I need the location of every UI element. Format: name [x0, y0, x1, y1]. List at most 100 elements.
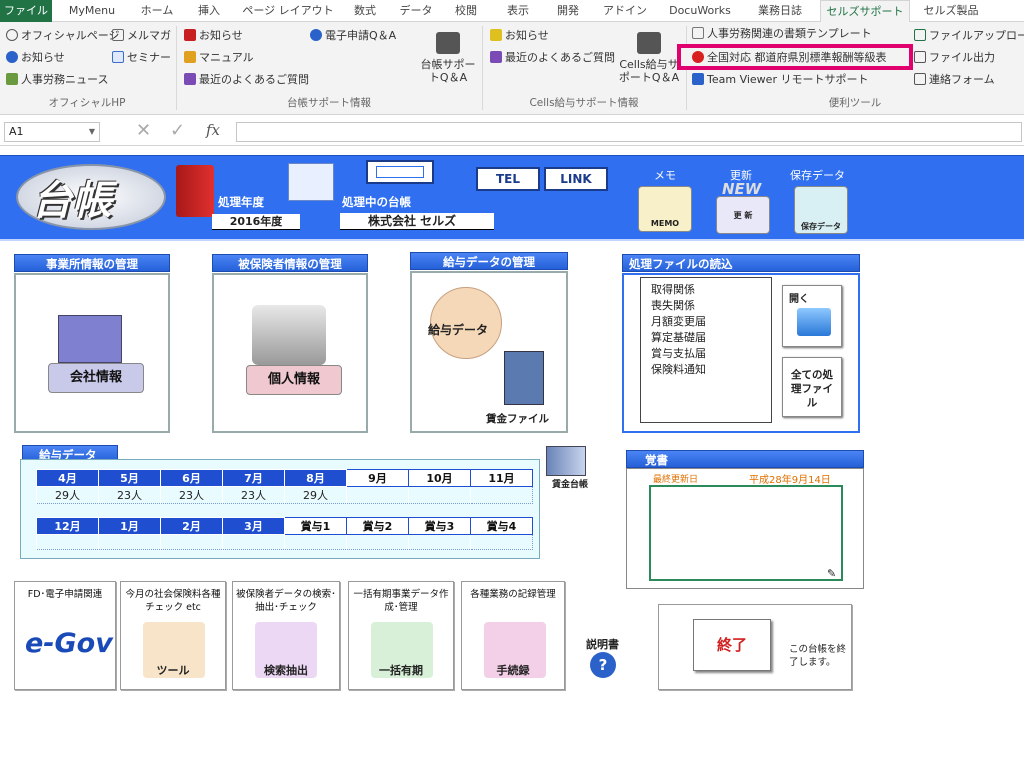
month-header-cell[interactable]: 2月: [160, 517, 223, 535]
month-header-cell[interactable]: 6月: [160, 469, 223, 487]
month-count-cell[interactable]: 23人: [160, 486, 223, 504]
tab-formulas[interactable]: 数式: [342, 0, 388, 22]
tab-file[interactable]: ファイル: [0, 0, 52, 22]
tab-work-diary[interactable]: 業務日誌: [748, 0, 812, 22]
name-box[interactable]: A1 ▼: [4, 122, 100, 142]
memo-textarea[interactable]: [649, 485, 843, 581]
month-header-cell[interactable]: 賞与4: [470, 517, 533, 535]
manual-button[interactable]: マニュアル: [184, 51, 254, 65]
contact-form-button[interactable]: 連絡フォーム: [914, 73, 995, 87]
tab-view[interactable]: 表示: [496, 0, 540, 22]
tab-cells-support[interactable]: セルズサポート: [820, 0, 910, 23]
cells-news-button[interactable]: お知らせ: [490, 29, 549, 43]
month-header-cell[interactable]: 賞与1: [284, 517, 347, 535]
mail-magazine-button[interactable]: メルマガ: [112, 29, 171, 43]
month-count-cell[interactable]: 29人: [284, 486, 347, 504]
month-header-cell[interactable]: 4月: [36, 469, 99, 487]
tab-home[interactable]: ホーム: [130, 0, 184, 22]
month-count-cell[interactable]: [160, 534, 223, 550]
tab-developer[interactable]: 開発: [546, 0, 590, 22]
teamviewer-button[interactable]: Team Viewer リモートサポート: [692, 73, 868, 87]
update-button[interactable]: 更 新: [716, 196, 770, 234]
batch-tool[interactable]: 一括有期事業データ作成･管理 一括有期: [348, 581, 454, 690]
file-list-item[interactable]: 喪失関係: [651, 298, 771, 314]
file-list-item[interactable]: 賞与支払届: [651, 346, 771, 362]
month-count-cell[interactable]: 23人: [222, 486, 285, 504]
e-application-faq-button[interactable]: 電子申請Q＆A: [310, 29, 396, 43]
file-list-item[interactable]: 月額変更届: [651, 314, 771, 330]
month-count-cell[interactable]: [36, 534, 99, 550]
month-header-cell[interactable]: 賞与2: [346, 517, 409, 535]
saved-data-button[interactable]: 保存データ: [794, 186, 848, 234]
daicho-support-qa-button[interactable]: 台帳サポートQ＆A: [420, 32, 476, 84]
month-count-cell[interactable]: 23人: [98, 486, 161, 504]
template-button[interactable]: 人事労務関連の書類テンプレート: [692, 27, 872, 41]
search-tool[interactable]: 被保険者データの検索･抽出･チェック 検索抽出: [232, 581, 340, 690]
month-count-cell[interactable]: [284, 534, 347, 550]
salary-grade-table-button[interactable]: 全国対応 都道府県別標準報酬等級表: [692, 51, 887, 65]
tab-review[interactable]: 校閲: [444, 0, 488, 22]
link-button[interactable]: LINK: [544, 167, 608, 191]
wage-ledger-button[interactable]: 賃金台帳: [552, 477, 588, 490]
month-count-cell[interactable]: [98, 534, 161, 550]
tab-insert[interactable]: 挿入: [186, 0, 232, 22]
cancel-icon[interactable]: ✕: [136, 120, 151, 141]
month-header-cell[interactable]: 8月: [284, 469, 347, 487]
month-count-cell[interactable]: [346, 534, 409, 550]
tab-addins[interactable]: アドイン: [598, 0, 652, 22]
daicho-faq-button[interactable]: 最近のよくあるご質問: [184, 73, 309, 87]
month-header-cell[interactable]: 11月: [470, 469, 533, 487]
file-upload-button[interactable]: ファイルアップロード: [914, 29, 1024, 43]
official-page-button[interactable]: オフィシャルページ: [6, 29, 120, 43]
month-header-cell[interactable]: 9月: [346, 469, 409, 487]
tools-tool[interactable]: 今月の社会保険料各種チェック etc ツール: [120, 581, 226, 690]
month-header-cell[interactable]: 5月: [98, 469, 161, 487]
file-list-item[interactable]: 取得関係: [651, 282, 771, 298]
file-list-item[interactable]: 保険料通知: [651, 362, 771, 378]
personal-info-button[interactable]: 個人情報: [246, 365, 342, 395]
tab-mymenu[interactable]: MyMenu: [60, 0, 124, 22]
month-count-cell[interactable]: 29人: [36, 486, 99, 504]
month-header-cell[interactable]: 1月: [98, 517, 161, 535]
file-list-item[interactable]: 算定基礎届: [651, 330, 771, 346]
file-output-button[interactable]: ファイル出力: [914, 51, 995, 65]
daicho-news-button[interactable]: お知らせ: [184, 29, 243, 43]
tab-page-layout[interactable]: ページ レイアウト: [240, 0, 336, 22]
month-count-cell[interactable]: [408, 534, 471, 550]
cells-faq-button[interactable]: 最近のよくあるご質問: [490, 51, 615, 65]
month-count-cell[interactable]: [408, 486, 471, 504]
e-gov-tool[interactable]: FD･電子申請関連 e-Gov: [14, 581, 116, 690]
tab-data[interactable]: データ: [394, 0, 438, 22]
month-header-cell[interactable]: 10月: [408, 469, 471, 487]
company-info-button[interactable]: 会社情報: [48, 363, 144, 393]
month-header-cell[interactable]: 3月: [222, 517, 285, 535]
wage-file-button[interactable]: 賃金ファイル: [486, 411, 549, 426]
month-count-cell[interactable]: [346, 486, 409, 504]
file-output-label: ファイル出力: [929, 51, 995, 64]
all-files-button[interactable]: 全ての処理ファイル: [782, 357, 842, 417]
open-button[interactable]: 開く: [782, 285, 842, 347]
current-ledger-button[interactable]: [366, 160, 434, 184]
month-count-cell[interactable]: [222, 534, 285, 550]
exit-button[interactable]: 終了: [693, 619, 771, 671]
memo-button[interactable]: MEMO: [638, 186, 692, 232]
month-count-cell[interactable]: [470, 486, 533, 504]
enter-icon[interactable]: ✓: [170, 120, 185, 141]
procedure-record-tool[interactable]: 各種業務の記録管理 手続録: [461, 581, 565, 690]
tab-cells-products[interactable]: セルズ製品: [916, 0, 986, 22]
hr-news-button[interactable]: 人事労務ニュース: [6, 73, 108, 87]
month-header-cell[interactable]: 12月: [36, 517, 99, 535]
fx-icon[interactable]: fx: [206, 121, 220, 139]
month-header-cell[interactable]: 賞与3: [408, 517, 471, 535]
file-list[interactable]: 取得関係 喪失関係 月額変更届 算定基礎届 賞与支払届 保険料通知: [640, 277, 772, 423]
tab-docuworks[interactable]: DocuWorks: [660, 0, 740, 22]
help-icon[interactable]: ?: [590, 652, 616, 678]
formula-input[interactable]: [236, 122, 1022, 142]
month-count-cell[interactable]: [470, 534, 533, 550]
month-header-cell[interactable]: 7月: [222, 469, 285, 487]
seminar-button[interactable]: セミナー: [112, 51, 171, 65]
tel-button[interactable]: TEL: [476, 167, 540, 191]
official-news-button[interactable]: お知らせ: [6, 51, 65, 65]
salary-data-button[interactable]: 給与データ: [428, 321, 488, 338]
cells-support-qa-button[interactable]: Cells給与サポートQ＆A: [616, 32, 682, 84]
